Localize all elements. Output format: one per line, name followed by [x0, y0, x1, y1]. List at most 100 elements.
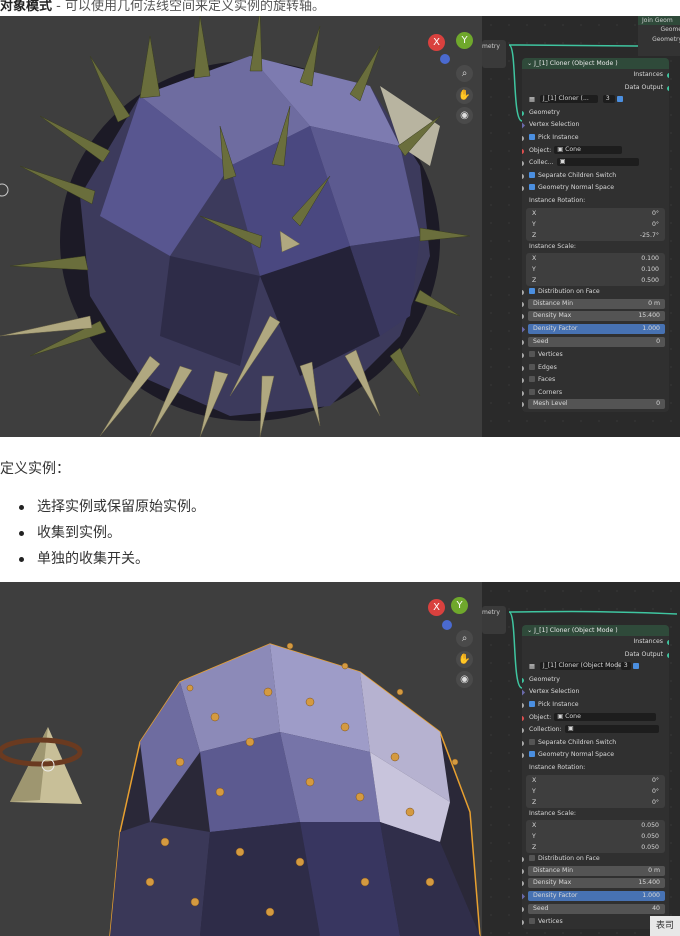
- object-value-field[interactable]: ▣ Cone: [554, 145, 623, 154]
- pick-instance-toggle[interactable]: Pick Instance: [522, 699, 669, 712]
- socket-icon[interactable]: [522, 122, 526, 130]
- socket-icon[interactable]: [522, 365, 524, 371]
- axis-y-gizmo[interactable]: Y: [456, 32, 473, 49]
- object-field[interactable]: Object: ▣ Cone: [522, 712, 669, 725]
- hand-icon[interactable]: ✋: [456, 651, 473, 668]
- rotation-x[interactable]: X 0°: [526, 775, 665, 786]
- checkbox-icon[interactable]: [529, 918, 535, 925]
- socket-icon[interactable]: [667, 85, 669, 91]
- viewport-3d[interactable]: X Y ⌕ ✋ ◉: [0, 16, 482, 437]
- axis-z-gizmo[interactable]: [442, 620, 452, 630]
- instance-scale-vector[interactable]: X 0.100 Y 0.100 Z 0.500: [526, 253, 665, 287]
- collection-field[interactable]: Collection: ▣: [522, 724, 669, 737]
- socket-icon[interactable]: [522, 325, 526, 333]
- datablock-name[interactable]: J_[1] Cloner (Object Mode ): [539, 662, 626, 671]
- scale-z[interactable]: Z 0.050: [526, 842, 665, 853]
- edges-toggle[interactable]: Edges: [522, 362, 669, 375]
- checkbox-icon[interactable]: [529, 700, 535, 707]
- socket-icon[interactable]: [522, 868, 524, 874]
- cloner-node[interactable]: ⌄ J_[1] Cloner (Object Mode ) Instances …: [522, 625, 669, 929]
- cloner-node[interactable]: ⌄ J_[1] Cloner (Object Mode ) Instances …: [522, 58, 669, 413]
- checkbox-icon[interactable]: [529, 751, 535, 758]
- checkbox-icon[interactable]: [529, 288, 535, 295]
- scale-z[interactable]: Z 0.500: [526, 275, 665, 286]
- distance-min-field[interactable]: Distance Min 0 m: [522, 298, 669, 312]
- instance-rotation-vector[interactable]: X 0° Y 0° Z -25.7°: [526, 207, 665, 241]
- cloner-node-header[interactable]: ⌄ J_[1] Cloner (Object Mode ): [522, 625, 669, 636]
- output-instances[interactable]: Instances: [522, 69, 669, 82]
- vertices-toggle[interactable]: Vertices: [522, 349, 669, 362]
- distribution-on-face-toggle[interactable]: Distribution on Face: [522, 286, 669, 299]
- checkbox-icon[interactable]: [529, 376, 535, 383]
- seed-field[interactable]: Seed 40: [522, 903, 669, 917]
- density-max-field[interactable]: Density Max 15.400: [522, 311, 669, 324]
- instance-scale-vector[interactable]: X 0.050 Y 0.050 Z 0.050: [526, 820, 665, 854]
- pick-instance-toggle[interactable]: Pick Instance: [522, 132, 669, 145]
- axis-y-gizmo[interactable]: Y: [451, 597, 468, 614]
- axis-x-gizmo[interactable]: X: [428, 599, 445, 616]
- socket-icon[interactable]: [522, 110, 524, 116]
- socket-icon[interactable]: [522, 881, 524, 887]
- checkbox-icon[interactable]: [529, 738, 535, 745]
- density-factor-slider[interactable]: Density Factor 1.000: [522, 890, 669, 904]
- density-factor-slider[interactable]: Density Factor 1.000: [522, 323, 669, 337]
- socket-icon[interactable]: [522, 378, 524, 384]
- input-vertex-selection[interactable]: Vertex Selection: [522, 119, 669, 132]
- socket-icon[interactable]: [522, 301, 524, 307]
- join-geometry-node[interactable]: Join Geom Geome Geometry: [638, 16, 680, 56]
- collection-field[interactable]: Collec... ▣: [522, 157, 669, 170]
- rotation-y[interactable]: Y 0°: [526, 219, 665, 230]
- fake-user-icon[interactable]: [616, 96, 623, 103]
- datablock-selector[interactable]: ▦ J_[1] Cloner (Object Mode ) 3: [522, 661, 669, 674]
- camera-icon[interactable]: ◉: [456, 671, 473, 688]
- checkbox-icon[interactable]: [529, 184, 535, 191]
- rotation-z[interactable]: Z -25.7°: [526, 230, 665, 241]
- rotation-z[interactable]: Z 0°: [526, 797, 665, 808]
- cloner-node-header[interactable]: ⌄ J_[1] Cloner (Object Mode ): [522, 58, 669, 69]
- checkbox-icon[interactable]: [529, 351, 535, 358]
- socket-icon[interactable]: [522, 906, 524, 912]
- datablock-selector[interactable]: ▦ J_[1] Cloner (... 3: [522, 94, 669, 107]
- socket-icon[interactable]: [522, 148, 524, 154]
- socket-icon[interactable]: [522, 689, 526, 697]
- fake-user-icon[interactable]: [632, 663, 639, 670]
- socket-icon[interactable]: [522, 135, 524, 141]
- socket-icon[interactable]: [522, 920, 524, 926]
- socket-icon[interactable]: [522, 186, 524, 192]
- group-input-node[interactable]: metry: [482, 606, 506, 634]
- checkbox-icon[interactable]: [529, 363, 535, 370]
- scale-y[interactable]: Y 0.100: [526, 264, 665, 275]
- zoom-icon[interactable]: ⌕: [456, 630, 473, 647]
- zoom-icon[interactable]: ⌕: [456, 65, 473, 82]
- geometry-normal-toggle[interactable]: Geometry Normal Space: [522, 749, 669, 762]
- group-input-node[interactable]: metry: [482, 40, 506, 68]
- rotation-y[interactable]: Y 0°: [526, 786, 665, 797]
- node-editor[interactable]: metry ⌄ J_[1] Cloner (Object Mode ) Inst…: [482, 582, 680, 936]
- socket-icon[interactable]: [667, 73, 669, 78]
- density-max-field[interactable]: Density Max 15.400: [522, 878, 669, 891]
- rotation-x[interactable]: X 0°: [526, 208, 665, 219]
- socket-icon[interactable]: [522, 892, 526, 900]
- socket-icon[interactable]: [667, 640, 669, 645]
- faces-toggle[interactable]: Faces: [522, 374, 669, 387]
- scale-x[interactable]: X 0.100: [526, 253, 665, 264]
- mesh-level-field[interactable]: Mesh Level 0: [522, 399, 669, 412]
- corners-toggle[interactable]: Corners: [522, 387, 669, 400]
- collection-value-field[interactable]: ▣: [564, 725, 659, 734]
- axis-z-gizmo[interactable]: [440, 54, 450, 64]
- seed-field[interactable]: Seed 0: [522, 336, 669, 350]
- socket-icon[interactable]: [522, 702, 524, 708]
- vertices-toggle[interactable]: Vertices: [522, 916, 669, 929]
- socket-icon[interactable]: [522, 740, 524, 746]
- scale-y[interactable]: Y 0.050: [526, 831, 665, 842]
- separate-children-toggle[interactable]: Separate Children Switch: [522, 737, 669, 750]
- collection-value-field[interactable]: ▣: [556, 158, 639, 167]
- datablock-name[interactable]: J_[1] Cloner (...: [539, 95, 598, 104]
- camera-icon[interactable]: ◉: [456, 107, 473, 124]
- scale-x[interactable]: X 0.050: [526, 820, 665, 831]
- axis-x-gizmo[interactable]: X: [428, 34, 445, 51]
- socket-icon[interactable]: [522, 390, 524, 396]
- distribution-on-face-toggle[interactable]: Distribution on Face: [522, 853, 669, 866]
- socket-icon[interactable]: [522, 161, 524, 167]
- input-geometry[interactable]: Geometry: [522, 674, 669, 687]
